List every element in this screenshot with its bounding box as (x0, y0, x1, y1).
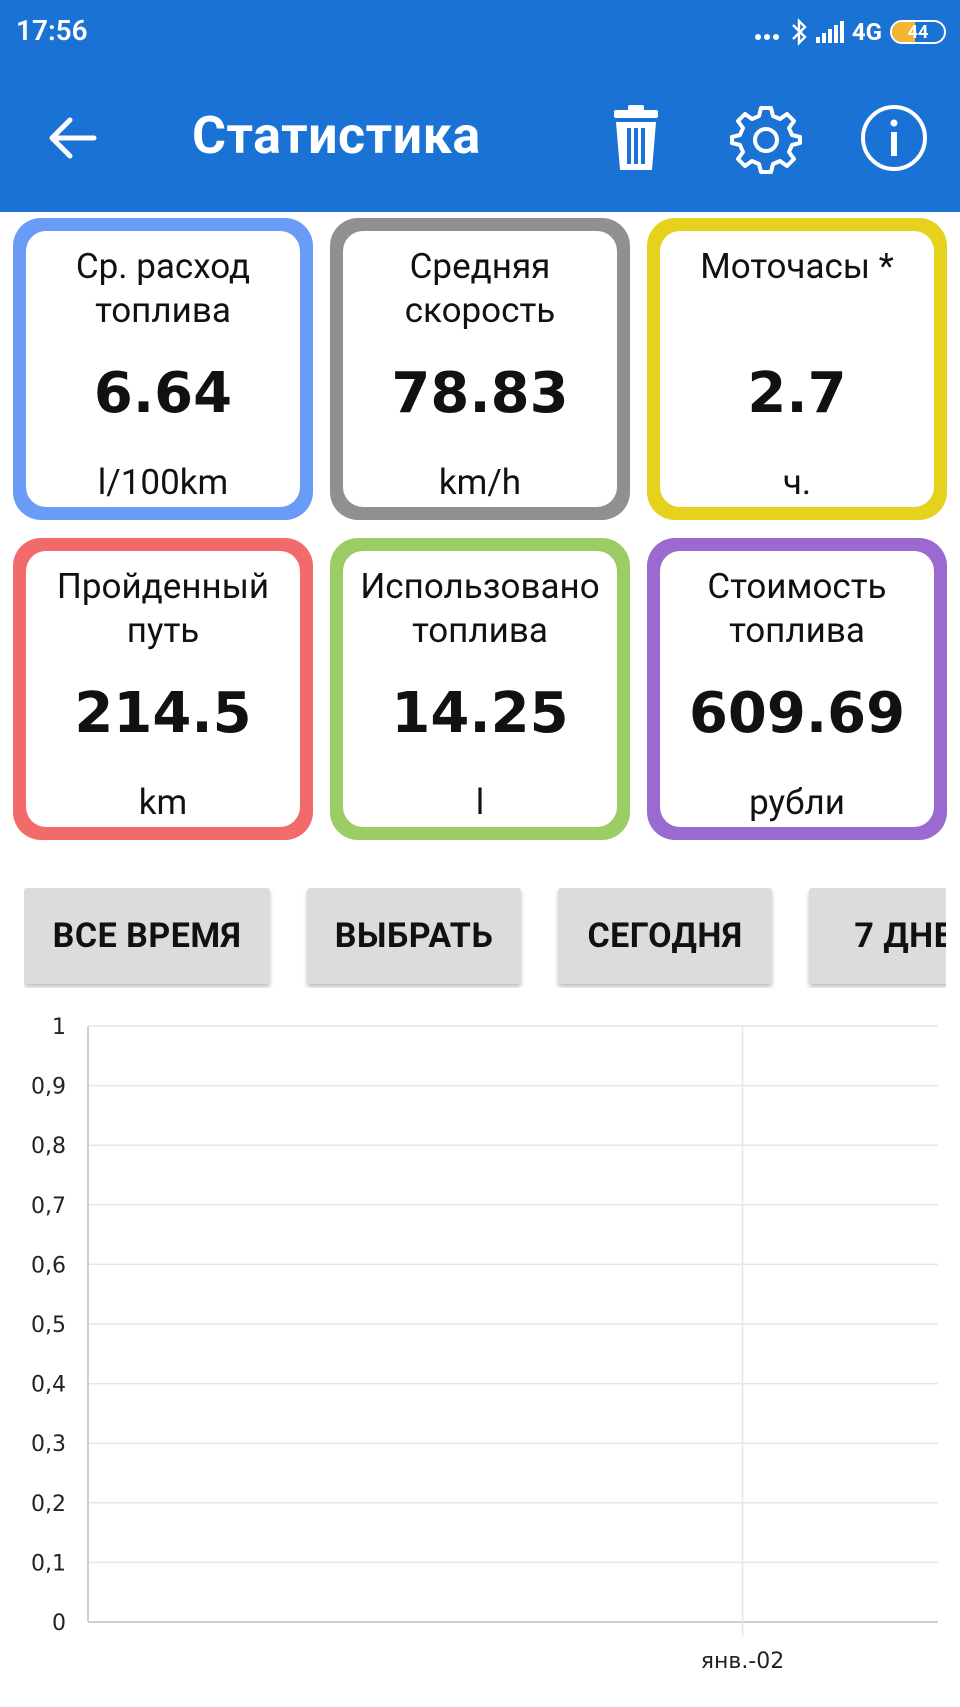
stat-value: 214.5 (74, 681, 252, 746)
y-tick-label: 0,7 (31, 1194, 66, 1219)
y-tick-label: 0 (52, 1611, 66, 1636)
stat-value: 609.69 (688, 681, 906, 746)
y-tick-label: 0,8 (31, 1134, 66, 1159)
more-dots-icon (754, 18, 782, 46)
stat-card-engine-hours: Моточасы * 2.7 ч. (647, 218, 947, 520)
y-tick-label: 0,5 (31, 1313, 66, 1338)
stat-label: Ср. расход топлива (75, 246, 251, 331)
stat-card-average-speed: Средняя скорость 78.83 km/h (330, 218, 630, 520)
stat-card-body: Пройденный путь 214.5 km (26, 551, 300, 827)
battery-level: 44 (907, 21, 929, 43)
stat-card-body: Ср. расход топлива 6.64 l/100km (26, 231, 300, 507)
trash-icon[interactable] (600, 102, 672, 174)
y-tick-label: 0,2 (31, 1492, 66, 1517)
gear-icon[interactable] (730, 102, 802, 174)
signal-icon (815, 21, 844, 43)
stat-label: Пройденный путь (56, 566, 270, 651)
info-icon[interactable] (858, 102, 930, 174)
status-time: 17:56 (16, 14, 88, 47)
stat-card-fuel-cost: Стоимость топлива 609.69 рубли (647, 538, 947, 840)
statistics-chart: 0 0,1 0,2 0,3 0,4 0,5 0,6 0,7 0,8 0,9 1 янв.-02 (31, 1015, 938, 1674)
stat-unit: l/100km (97, 462, 229, 503)
period-filter-bar: ВСЕ ВРЕМЯ ВЫБРАТЬ СЕГОДНЯ 7 ДНЕЙ (24, 888, 946, 988)
stat-unit: рубли (749, 782, 845, 823)
bluetooth-icon (792, 18, 807, 46)
filter-today-button[interactable]: СЕГОДНЯ (558, 888, 772, 984)
stat-label: Стоимость топлива (707, 566, 887, 651)
stat-card-body: Использовано топлива 14.25 l (343, 551, 617, 827)
y-tick-label: 0,3 (31, 1432, 66, 1457)
stat-label: Использовано топлива (360, 566, 600, 651)
stat-value: 2.7 (747, 361, 847, 426)
stat-card-body: Средняя скорость 78.83 km/h (343, 231, 617, 507)
stat-unit: l (475, 782, 485, 823)
y-tick-label: 0,6 (31, 1253, 66, 1278)
x-tick-label: янв.-02 (701, 1649, 785, 1674)
stat-unit: km (138, 782, 188, 823)
stat-card-body: Стоимость топлива 609.69 рубли (660, 551, 934, 827)
filter-7-days-button[interactable]: 7 ДНЕЙ (809, 888, 946, 984)
stat-value: 14.25 (391, 681, 569, 746)
filter-all-time-button[interactable]: ВСЕ ВРЕМЯ (24, 888, 270, 984)
status-icons: 4G 44 (754, 14, 946, 50)
y-tick-label: 0,9 (31, 1075, 66, 1100)
stat-value: 78.83 (391, 361, 569, 426)
y-tick-label: 0,4 (31, 1373, 66, 1398)
stat-card-body: Моточасы * 2.7 ч. (660, 231, 934, 507)
arrow-back-icon[interactable] (44, 110, 100, 166)
stat-card-fuel-used: Использовано топлива 14.25 l (330, 538, 630, 840)
network-type: 4G (851, 18, 882, 46)
page-title: Статистика (192, 105, 481, 166)
stat-card-fuel-consumption: Ср. расход топлива 6.64 l/100km (13, 218, 313, 520)
app-bar: 17:56 4G 44 Статистика (0, 0, 960, 212)
stat-label: Средняя скорость (404, 246, 556, 331)
stat-unit: km/h (438, 462, 522, 503)
y-tick-label: 0,1 (31, 1551, 66, 1576)
stat-unit: ч. (782, 462, 812, 503)
stat-value: 6.64 (93, 361, 233, 426)
filter-choose-button[interactable]: ВЫБРАТЬ (307, 888, 521, 984)
battery-icon: 44 (890, 20, 946, 44)
stat-label: Моточасы * (700, 246, 894, 287)
y-tick-label: 1 (52, 1015, 66, 1040)
stat-card-distance: Пройденный путь 214.5 km (13, 538, 313, 840)
